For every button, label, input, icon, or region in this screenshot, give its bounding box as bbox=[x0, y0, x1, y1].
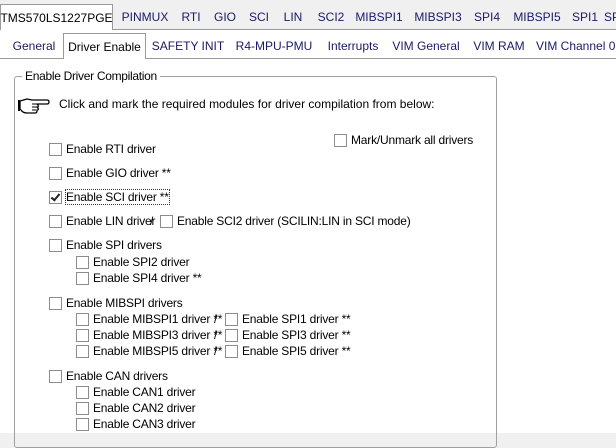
enable-spi2-label: Enable SPI2 driver bbox=[93, 255, 190, 269]
tab-vim-channel-0[interactable]: VIM Channel 0 bbox=[536, 34, 616, 58]
tab-spi4[interactable]: SPI4 bbox=[470, 5, 504, 29]
checkbox-box[interactable] bbox=[76, 271, 89, 285]
enable-can3-checkbox[interactable]: Enable CAN3 driver bbox=[76, 417, 196, 431]
checkbox-box[interactable] bbox=[49, 296, 62, 310]
enable-mibspi3-label: Enable MIBSPI3 driver ** bbox=[93, 328, 223, 342]
tab-mibspi5[interactable]: MIBSPI5 bbox=[510, 5, 564, 29]
enable-sci2-label: Enable SCI2 driver (SCILIN:LIN in SCI mo… bbox=[177, 214, 411, 228]
tab-general[interactable]: General bbox=[6, 34, 62, 58]
checkbox-box[interactable] bbox=[76, 401, 89, 415]
checkbox-box[interactable] bbox=[76, 328, 89, 342]
separator: / bbox=[214, 312, 218, 326]
mark-all-label: Mark/Unmark all drivers bbox=[351, 133, 474, 147]
enable-can3-label: Enable CAN3 driver bbox=[93, 417, 196, 431]
checkbox-box[interactable] bbox=[49, 238, 62, 252]
tab-vim-ram[interactable]: VIM RAM bbox=[468, 34, 530, 58]
tab-rti[interactable]: RTI bbox=[177, 5, 205, 29]
enable-mibspi5-checkbox[interactable]: Enable MIBSPI5 driver ** bbox=[76, 344, 222, 358]
separator: / bbox=[214, 328, 218, 342]
enable-can-label: Enable CAN drivers bbox=[66, 369, 168, 383]
checkbox-box[interactable] bbox=[76, 417, 89, 431]
checkbox-box[interactable] bbox=[49, 369, 62, 383]
enable-gio-checkbox[interactable]: Enable GIO driver ** bbox=[49, 166, 171, 180]
tab-sci2[interactable]: SCI2 bbox=[312, 5, 350, 29]
enable-spi3-checkbox[interactable]: Enable SPI3 driver ** bbox=[225, 328, 351, 342]
enable-can2-label: Enable CAN2 driver bbox=[93, 401, 196, 415]
enable-gio-label: Enable GIO driver ** bbox=[66, 166, 171, 180]
enable-spi4-label: Enable SPI4 driver ** bbox=[93, 271, 202, 285]
checkbox-box[interactable] bbox=[49, 142, 62, 156]
tab-sci[interactable]: SCI bbox=[244, 5, 274, 29]
enable-spi-checkbox[interactable]: Enable SPI drivers bbox=[49, 238, 162, 252]
enable-lin-checkbox[interactable]: Enable LIN driver bbox=[49, 214, 156, 228]
checkbox-box[interactable] bbox=[76, 344, 89, 358]
checkbox-box[interactable] bbox=[76, 255, 89, 269]
tab-lin[interactable]: LIN bbox=[278, 5, 308, 29]
enable-sci-label: Enable SCI driver ** bbox=[65, 189, 170, 205]
enable-spi-label: Enable SPI drivers bbox=[66, 238, 162, 252]
tab-interrupts[interactable]: Interrupts bbox=[322, 34, 384, 58]
checkbox-box[interactable] bbox=[225, 312, 238, 326]
checkbox-box[interactable] bbox=[49, 214, 62, 228]
separator: / bbox=[214, 344, 218, 358]
tab-spi1[interactable]: SPI1 bbox=[568, 5, 602, 29]
enable-rti-checkbox[interactable]: Enable RTI driver bbox=[49, 142, 156, 156]
tab-vim-general[interactable]: VIM General bbox=[389, 34, 463, 58]
tab-tms570ls1227pge[interactable]: TMS570LS1227PGE bbox=[0, 4, 113, 30]
enable-spi1-checkbox[interactable]: Enable SPI1 driver ** bbox=[225, 312, 351, 326]
checkbox-box-checked[interactable] bbox=[49, 190, 62, 204]
enable-spi1-label: Enable SPI1 driver ** bbox=[242, 312, 351, 326]
enable-sci2-checkbox[interactable]: Enable SCI2 driver (SCILIN:LIN in SCI mo… bbox=[160, 214, 411, 228]
tab-r4-mpu-pmu[interactable]: R4-MPU-PMU bbox=[232, 34, 316, 58]
checkbox-box[interactable] bbox=[49, 166, 62, 180]
checkbox-box[interactable] bbox=[334, 133, 347, 147]
enable-mibspi-checkbox[interactable]: Enable MIBSPI drivers bbox=[49, 296, 183, 310]
tab-mibspi3[interactable]: MIBSPI3 bbox=[411, 5, 465, 29]
enable-spi5-checkbox[interactable]: Enable SPI5 driver ** bbox=[225, 344, 351, 358]
enable-mibspi1-checkbox[interactable]: Enable MIBSPI1 driver ** bbox=[76, 312, 222, 326]
tab-driver-enable[interactable]: Driver Enable bbox=[63, 33, 146, 59]
checkbox-box[interactable] bbox=[160, 214, 173, 228]
instruction-text: Click and mark the required modules for … bbox=[59, 97, 435, 111]
checkbox-box[interactable] bbox=[225, 344, 238, 358]
tab-safety-init[interactable]: SAFETY INIT bbox=[148, 34, 228, 58]
enable-can2-checkbox[interactable]: Enable CAN2 driver bbox=[76, 401, 196, 415]
checkbox-box[interactable] bbox=[225, 328, 238, 342]
enable-spi4-checkbox[interactable]: Enable SPI4 driver ** bbox=[76, 271, 202, 285]
enable-spi5-label: Enable SPI5 driver ** bbox=[242, 344, 351, 358]
checkbox-box[interactable] bbox=[76, 312, 89, 326]
enable-can1-checkbox[interactable]: Enable CAN1 driver bbox=[76, 385, 196, 399]
pointing-hand-icon bbox=[18, 98, 50, 114]
enable-spi3-label: Enable SPI3 driver ** bbox=[242, 328, 351, 342]
enable-mibspi1-label: Enable MIBSPI1 driver ** bbox=[93, 312, 223, 326]
tab-pinmux[interactable]: PINMUX bbox=[113, 5, 177, 29]
enable-mibspi3-checkbox[interactable]: Enable MIBSPI3 driver ** bbox=[76, 328, 222, 342]
enable-rti-label: Enable RTI driver bbox=[66, 142, 156, 156]
enable-lin-label: Enable LIN driver bbox=[66, 214, 156, 228]
enable-mibspi5-label: Enable MIBSPI5 driver ** bbox=[93, 344, 223, 358]
tab-spi[interactable]: SPI bbox=[604, 5, 616, 29]
mark-all-checkbox[interactable]: Mark/Unmark all drivers bbox=[334, 133, 473, 147]
enable-mibspi-label: Enable MIBSPI drivers bbox=[66, 296, 183, 310]
group-title: Enable Driver Compilation bbox=[22, 69, 160, 83]
separator: / bbox=[150, 214, 154, 228]
enable-sci-checkbox[interactable]: Enable SCI driver ** bbox=[49, 189, 170, 205]
enable-can1-label: Enable CAN1 driver bbox=[93, 385, 196, 399]
checkbox-box[interactable] bbox=[76, 385, 89, 399]
enable-spi2-checkbox[interactable]: Enable SPI2 driver bbox=[76, 255, 190, 269]
enable-can-checkbox[interactable]: Enable CAN drivers bbox=[49, 369, 168, 383]
tab-gio[interactable]: GIO bbox=[209, 5, 241, 29]
tab-mibspi1[interactable]: MIBSPI1 bbox=[352, 5, 406, 29]
